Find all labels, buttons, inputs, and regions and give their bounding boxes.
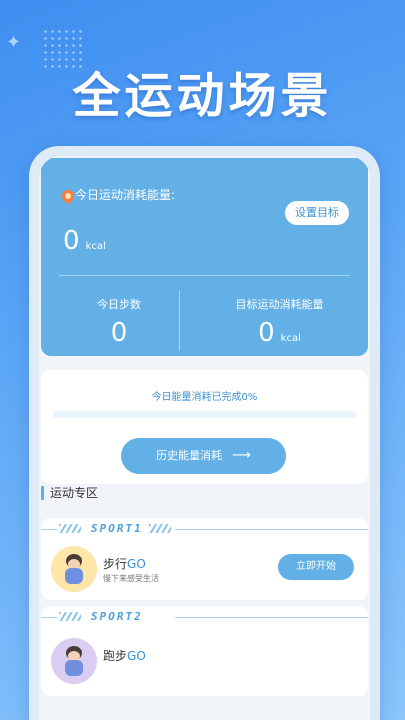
sport-name: 步行GO [103,555,146,572]
today-energy-value: 0 kcal [63,226,106,256]
sport-tag-row: SPORT2 [41,610,368,624]
target-unit: kcal [280,333,301,344]
sport-tag: SPORT1 [91,522,143,535]
steps-value: 0 [110,318,128,348]
sparkle-icon: ✦ [6,32,22,53]
hatch-decoration [59,612,81,621]
sport-description: 慢下来感受生活 [103,574,159,583]
tag-line [41,617,57,618]
arrow-right-icon: ⟶ [232,448,251,463]
sport-go: GO [127,649,146,663]
sport-card-walk[interactable]: SPORT1 步行GO 慢下来感受生活 立即开始 [41,518,368,600]
progress-card: 今日能量消耗已完成0% 历史能量消耗 ⟶ [41,370,368,484]
fire-icon [59,187,77,205]
app-screen: 今日运动消耗能量: 设置目标 0 kcal 今日步数 0 目标运动消耗能量 0 kc… [39,156,370,720]
start-button[interactable]: 立即开始 [278,554,354,580]
energy-card: 今日运动消耗能量: 设置目标 0 kcal 今日步数 0 目标运动消耗能量 0 kc… [41,158,368,356]
today-energy-number: 0 [63,226,80,256]
target-number: 0 [258,318,275,348]
progress-text: 今日能量消耗已完成0% [151,392,258,403]
vertical-divider [179,291,180,351]
avatar-body [65,568,83,584]
headline: 全运动场景 [72,68,333,124]
set-goal-button[interactable]: 设置目标 [285,201,349,225]
steps-stat: 今日步数 0 [59,296,179,348]
progress-bar [53,411,356,418]
energy-title: 今日运动消耗能量: [75,188,176,202]
tag-line [41,529,57,530]
runner-avatar [51,638,97,684]
steps-label: 今日步数 [97,298,141,311]
sport-name: 跑步GO [103,647,146,664]
hatch-decoration [149,524,171,533]
sport-tag: SPORT2 [91,610,143,623]
sport-card-run[interactable]: SPORT2 跑步GO [41,606,368,696]
avatar-body [65,660,83,676]
target-label: 目标运动消耗能量 [235,298,324,311]
sport-name-text: 步行 [103,557,128,571]
history-energy-button[interactable]: 历史能量消耗 ⟶ [121,438,286,474]
target-value: 0 kcal [191,318,368,348]
phone-frame: 今日运动消耗能量: 设置目标 0 kcal 今日步数 0 目标运动消耗能量 0 kc… [29,146,380,720]
sport-tag-row: SPORT1 [41,522,368,536]
tag-line [175,529,368,530]
section-title: 运动专区 [41,486,98,500]
sport-go: GO [127,557,146,571]
target-stat: 目标运动消耗能量 0 kcal [191,296,368,348]
walker-avatar [51,546,97,592]
hatch-decoration [59,524,81,533]
sport-name-text: 跑步 [103,649,128,663]
history-button-label: 历史能量消耗 [156,449,223,462]
energy-unit: kcal [85,241,106,252]
divider [59,275,350,276]
tag-line [175,617,368,618]
